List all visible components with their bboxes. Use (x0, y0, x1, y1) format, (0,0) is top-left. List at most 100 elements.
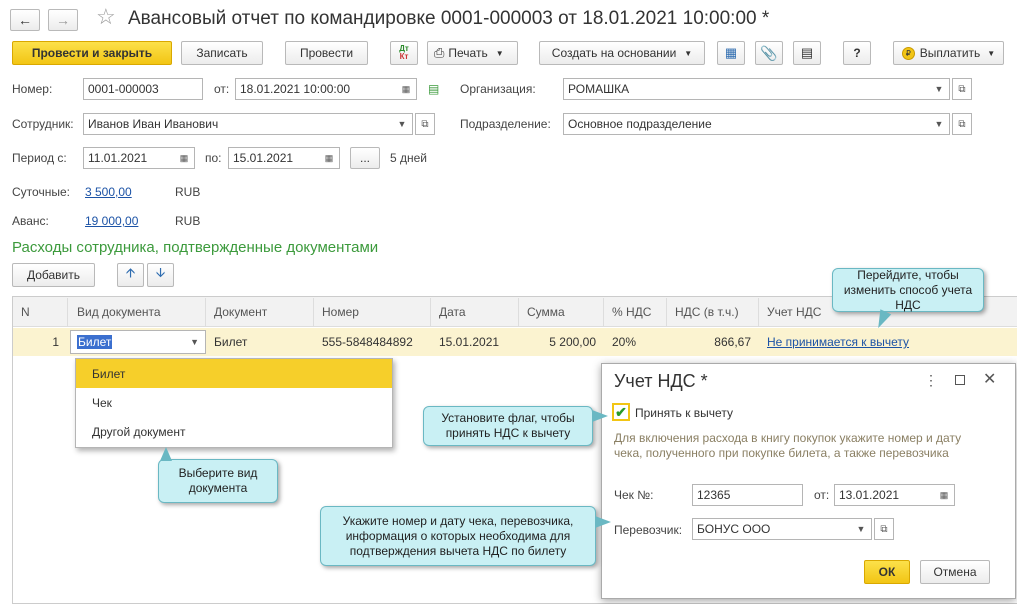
post-button[interactable]: Провести (285, 41, 368, 65)
pay-button[interactable]: ₽ Выплатить ▼ (893, 41, 1004, 65)
move-up-icon[interactable]: 🡩 (117, 263, 144, 287)
dropdown-option-receipt[interactable]: Чек (76, 388, 392, 417)
carrier-field[interactable]: БОНУС ООО ▼ (692, 518, 872, 540)
cell-doc: Билет (214, 335, 248, 349)
col-header-vat-rate[interactable]: % НДС (604, 298, 667, 326)
cell-vat-rate: 20% (612, 335, 637, 349)
advance-currency: RUB (175, 214, 201, 228)
col-header-date[interactable]: Дата (431, 298, 519, 326)
forward-button[interactable]: → (48, 9, 78, 31)
callout-checkbox-tail (592, 410, 608, 422)
period-to-label: по: (205, 151, 222, 165)
chevron-down-icon[interactable]: ▼ (929, 114, 949, 134)
daily-allowance-label: Суточные: (12, 185, 70, 199)
ok-button[interactable]: ОК (864, 560, 910, 584)
advance-link[interactable]: 19 000,00 (85, 214, 138, 228)
calendar-icon[interactable]: ▦ (174, 148, 194, 168)
doc-kind-dropdown: Билет Чек Другой документ (75, 358, 393, 448)
cell-date: 15.01.2021 (439, 335, 500, 349)
cancel-button[interactable]: Отмена (920, 560, 990, 584)
col-header-doc[interactable]: Документ (206, 298, 314, 326)
daily-currency: RUB (175, 185, 201, 199)
dtkt-icon[interactable]: Дт Кт (390, 41, 418, 65)
period-to-value: 15.01.2021 (233, 151, 294, 165)
kind-cell-editor[interactable]: Билет ▼ (70, 330, 206, 354)
carrier-value: БОНУС ООО (697, 522, 771, 536)
window-title: Авансовый отчет по командировке 0001-000… (128, 8, 770, 29)
employee-label: Сотрудник: (12, 117, 74, 131)
col-header-sum[interactable]: Сумма (519, 298, 604, 326)
close-icon[interactable]: ✕ (983, 369, 996, 389)
more-icon[interactable]: ⋮ (924, 372, 938, 389)
print-menu-button[interactable]: ⎙ Печать ▼ (427, 41, 518, 65)
back-button[interactable]: ← (10, 9, 40, 31)
vat-hint-text: Для включения расхода в книгу покупок ук… (614, 431, 962, 460)
post-and-close-button[interactable]: Провести и закрыть (12, 41, 172, 65)
receipt-date-value: 13.01.2021 (839, 488, 900, 502)
number-field[interactable]: 0001-000003 (83, 78, 203, 100)
receipt-number-label: Чек №: (614, 488, 654, 502)
receipt-number-field[interactable]: 12365 (692, 484, 803, 506)
calendar-icon[interactable]: ▦ (396, 79, 416, 99)
chevron-down-icon[interactable]: ▼ (392, 114, 412, 134)
chevron-down-icon: ▼ (987, 48, 996, 58)
chevron-down-icon: ▼ (495, 48, 504, 58)
period-to-field[interactable]: 15.01.2021 ▦ (228, 147, 340, 169)
organization-label: Организация: (460, 82, 536, 96)
col-header-n[interactable]: N (13, 298, 68, 326)
organization-field[interactable]: РОМАШКА ▼ (563, 78, 950, 100)
department-field[interactable]: Основное подразделение ▼ (563, 113, 950, 135)
structure-icon[interactable]: ▦ (717, 41, 745, 65)
col-header-vat[interactable]: НДС (в т.ч.) (667, 298, 759, 326)
create-based-label: Создать на основании (551, 46, 677, 60)
create-based-on-button[interactable]: Создать на основании ▼ (539, 41, 705, 65)
save-button[interactable]: Записать (181, 41, 263, 65)
favorite-star-icon[interactable]: ☆ (96, 4, 116, 30)
from-label: от: (214, 82, 230, 96)
period-from-field[interactable]: 11.01.2021 ▦ (83, 147, 195, 169)
number-label: Номер: (12, 82, 53, 96)
cell-n: 1 (52, 335, 59, 349)
move-down-icon[interactable]: 🡫 (147, 263, 174, 287)
accept-deduction-label: Принять к вычету (635, 406, 733, 420)
daily-allowance-link[interactable]: 3 500,00 (85, 185, 132, 199)
document-status-icon[interactable]: ▤ (428, 82, 439, 96)
callout-vat-link: Перейдите, чтобы изменить способ учета Н… (832, 268, 984, 312)
open-organization-icon[interactable]: ⧉ (952, 78, 972, 100)
chevron-down-icon[interactable]: ▼ (190, 337, 199, 347)
help-button[interactable]: ? (843, 41, 871, 65)
open-carrier-icon[interactable]: ⧉ (874, 518, 894, 540)
dropdown-option-ticket[interactable]: Билет (76, 359, 392, 388)
attachment-icon[interactable]: 📎 (755, 41, 783, 65)
employee-field[interactable]: Иванов Иван Иванович ▼ (83, 113, 413, 135)
cell-number: 555-5848484892 (322, 335, 413, 349)
printer-icon: ⎙ (434, 45, 445, 60)
period-select-button[interactable]: ... (350, 147, 380, 169)
carrier-label: Перевозчик: (614, 523, 683, 537)
open-employee-icon[interactable]: ⧉ (415, 113, 435, 135)
callout-doc-kind-tail (160, 447, 172, 461)
list-icon[interactable]: ▤ (793, 41, 821, 65)
kind-cell-value: Билет (77, 335, 113, 349)
department-label: Подразделение: (460, 117, 551, 131)
maximize-icon[interactable] (955, 375, 965, 385)
receipt-date-field[interactable]: 13.01.2021 ▦ (834, 484, 955, 506)
col-header-number[interactable]: Номер (314, 298, 431, 326)
print-label: Печать (448, 46, 488, 60)
pay-label: Выплатить (919, 46, 981, 60)
callout-checkbox: Установите флаг, чтобы принять НДС к выч… (423, 406, 593, 446)
cell-vat: 866,67 (714, 335, 751, 349)
date-field[interactable]: 18.01.2021 10:00:00 ▦ (235, 78, 417, 100)
callout-receipt: Укажите номер и дату чека, перевозчика, … (320, 506, 596, 566)
accept-deduction-checkbox[interactable]: ✔ (612, 403, 630, 421)
chevron-down-icon[interactable]: ▼ (851, 519, 871, 539)
department-value: Основное подразделение (568, 117, 712, 131)
add-row-button[interactable]: Добавить (12, 263, 95, 287)
vat-accounting-link[interactable]: Не принимается к вычету (759, 328, 1017, 356)
col-header-kind[interactable]: Вид документа (69, 298, 206, 326)
calendar-icon[interactable]: ▦ (319, 148, 339, 168)
open-department-icon[interactable]: ⧉ (952, 113, 972, 135)
chevron-down-icon[interactable]: ▼ (929, 79, 949, 99)
dropdown-option-other[interactable]: Другой документ (76, 417, 392, 446)
calendar-icon[interactable]: ▦ (934, 485, 954, 505)
